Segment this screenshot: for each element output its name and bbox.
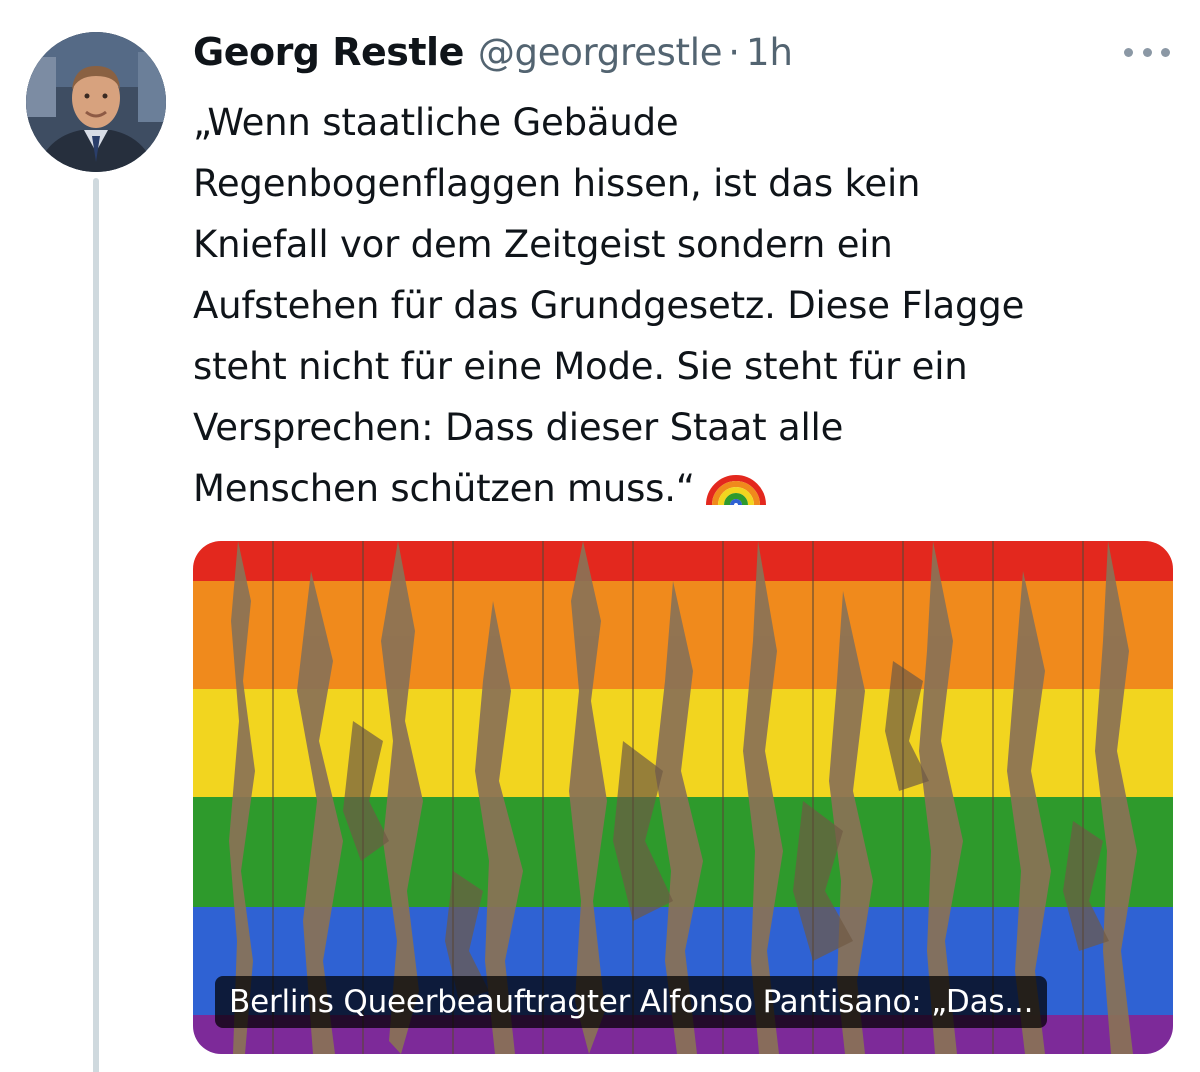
- tweet-text-line: Versprechen: Dass dieser Staat alle: [193, 406, 844, 449]
- link-preview-card[interactable]: Berlins Queerbeauftragter Alfonso Pantis…: [193, 541, 1173, 1054]
- link-card-title[interactable]: Berlins Queerbeauftragter Alfonso Pantis…: [215, 976, 1048, 1028]
- tweet-header: Georg Restle @georgrestle · 1h: [193, 30, 793, 82]
- tweet-text-line: Aufstehen für das Grundgesetz. Diese Fla…: [193, 284, 1025, 327]
- thread-line: [93, 178, 99, 1072]
- author-name[interactable]: Georg Restle: [193, 30, 464, 74]
- tweet-text-line: Kniefall vor dem Zeitgeist sondern ein: [193, 223, 893, 266]
- tweet-text-line: Regenbogenflaggen hissen, ist das kein: [193, 162, 921, 205]
- more-dot: [1142, 47, 1152, 57]
- tweet-text-line: „Wenn staatliche Gebäude: [193, 101, 679, 144]
- tweet[interactable]: Georg Restle @georgrestle · 1h „Wenn sta…: [0, 0, 1200, 1072]
- tweet-text-last-line: Menschen schützen muss.“: [193, 458, 1183, 525]
- tweet-text-line-content: Menschen schützen muss.“: [193, 467, 695, 510]
- author-avatar[interactable]: [26, 32, 166, 172]
- author-handle[interactable]: @georgrestle: [478, 31, 723, 74]
- tweet-text-line: steht nicht für eine Mode. Sie steht für…: [193, 345, 968, 388]
- timestamp[interactable]: 1h: [746, 31, 793, 74]
- more-dot: [1161, 47, 1170, 57]
- more-dot: [1124, 47, 1133, 57]
- separator-dot: ·: [728, 31, 740, 74]
- rainbow-icon: [705, 463, 767, 525]
- more-options-icon[interactable]: [1124, 42, 1170, 62]
- tweet-text: „Wenn staatliche Gebäude Regenbogenflagg…: [193, 92, 1183, 525]
- avatar-photo: [26, 32, 166, 172]
